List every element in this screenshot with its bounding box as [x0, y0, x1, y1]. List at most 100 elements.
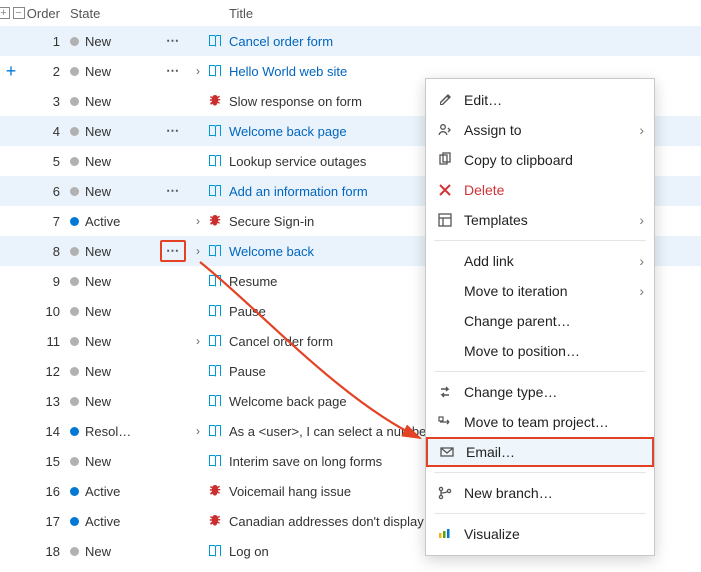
state-cell: New [70, 304, 155, 319]
expand-collapse-all[interactable]: +− [0, 7, 25, 19]
edit-icon [436, 92, 454, 108]
state-cell: New [70, 394, 155, 409]
menu-item[interactable]: New branch… [426, 478, 654, 508]
work-item-title[interactable]: Welcome back page [229, 124, 347, 139]
state-cell: New [70, 34, 155, 49]
template-icon [436, 212, 454, 228]
order-cell: 14 [22, 424, 70, 439]
state-dot-icon [70, 397, 79, 406]
work-item-title: Welcome back page [229, 394, 347, 409]
work-item-title: Log on [229, 544, 269, 559]
state-dot-icon [70, 37, 79, 46]
branch-icon [436, 485, 454, 501]
menu-item[interactable]: Change type… [426, 377, 654, 407]
order-cell: 10 [22, 304, 70, 319]
more-actions-button[interactable]: ⋯ [160, 120, 186, 142]
more-actions-button[interactable]: ⋯ [160, 240, 186, 262]
chevron-right-icon: › [639, 212, 644, 228]
state-cell: New [70, 154, 155, 169]
work-item-title: Lookup service outages [229, 154, 366, 169]
order-cell: 15 [22, 454, 70, 469]
state-dot-icon [70, 157, 79, 166]
state-dot-icon [70, 367, 79, 376]
menu-item[interactable]: Visualize [426, 519, 654, 549]
order-cell: 18 [22, 544, 70, 559]
menu-item[interactable]: Edit… [426, 85, 654, 115]
chevron-right-icon[interactable]: › [196, 424, 200, 438]
state-cell: New [70, 124, 155, 139]
state-dot-icon [70, 97, 79, 106]
chevron-right-icon[interactable]: › [196, 334, 200, 348]
state-cell: Active [70, 514, 155, 529]
book-icon [205, 123, 225, 139]
state-dot-icon [70, 487, 79, 496]
work-item-title[interactable]: Add an information form [229, 184, 368, 199]
state-dot-icon [70, 517, 79, 526]
state-cell: New [70, 454, 155, 469]
state-cell: Active [70, 484, 155, 499]
state-cell: New [70, 364, 155, 379]
menu-item[interactable]: Move to position… [426, 336, 654, 366]
chevron-right-icon: › [639, 283, 644, 299]
work-item-row[interactable]: 1New⋯Cancel order form [0, 26, 701, 56]
book-icon [205, 393, 225, 409]
state-dot-icon [70, 307, 79, 316]
state-cell: Active [70, 214, 155, 229]
column-header-state[interactable]: State [70, 6, 155, 21]
menu-item[interactable]: Templates› [426, 205, 654, 235]
menu-item[interactable]: Add link› [426, 246, 654, 276]
state-cell: New [70, 184, 155, 199]
order-cell: 3 [22, 94, 70, 109]
move-icon [436, 414, 454, 430]
add-icon[interactable]: + [2, 62, 20, 80]
book-icon [205, 303, 225, 319]
work-item-title[interactable]: Welcome back [229, 244, 314, 259]
book-icon [205, 153, 225, 169]
chevron-right-icon[interactable]: › [196, 244, 200, 258]
state-cell: New [70, 544, 155, 559]
state-cell: New [70, 94, 155, 109]
order-cell: 6 [22, 184, 70, 199]
more-actions-button[interactable]: ⋯ [160, 60, 186, 82]
order-cell: 17 [22, 514, 70, 529]
menu-item[interactable]: Email… [426, 437, 654, 467]
menu-item[interactable]: Change parent… [426, 306, 654, 336]
column-header-order[interactable]: Order [22, 6, 70, 21]
assign-icon [436, 122, 454, 138]
bug-icon [205, 93, 225, 109]
work-item-title: Pause [229, 364, 266, 379]
state-dot-icon [70, 67, 79, 76]
chevron-right-icon: › [639, 253, 644, 269]
work-item-title: Resume [229, 274, 277, 289]
menu-item[interactable]: Copy to clipboard [426, 145, 654, 175]
order-cell: 8 [22, 244, 70, 259]
work-item-title: As a <user>, I can select a numbe [229, 424, 426, 439]
work-item-title: Interim save on long forms [229, 454, 382, 469]
more-actions-button[interactable]: ⋯ [160, 180, 186, 202]
order-cell: 16 [22, 484, 70, 499]
book-icon [205, 333, 225, 349]
menu-item[interactable]: Assign to› [426, 115, 654, 145]
state-dot-icon [70, 217, 79, 226]
work-item-title: Secure Sign-in [229, 214, 314, 229]
book-icon [205, 543, 225, 559]
context-menu: Edit…Assign to›Copy to clipboardDeleteTe… [425, 78, 655, 556]
order-cell: 13 [22, 394, 70, 409]
work-item-title: Slow response on form [229, 94, 362, 109]
state-dot-icon [70, 187, 79, 196]
menu-item[interactable]: Delete [426, 175, 654, 205]
order-cell: 11 [22, 334, 70, 349]
menu-item[interactable]: Move to iteration› [426, 276, 654, 306]
menu-separator [434, 371, 646, 372]
work-item-title[interactable]: Cancel order form [229, 34, 333, 49]
chevron-right-icon[interactable]: › [196, 214, 200, 228]
menu-item[interactable]: Move to team project… [426, 407, 654, 437]
viz-icon [436, 526, 454, 542]
work-item-title[interactable]: Hello World web site [229, 64, 347, 79]
chevron-right-icon[interactable]: › [196, 64, 200, 78]
order-cell: 5 [22, 154, 70, 169]
column-header-title[interactable]: Title [225, 6, 701, 21]
more-actions-button[interactable]: ⋯ [160, 30, 186, 52]
book-icon [205, 453, 225, 469]
state-dot-icon [70, 247, 79, 256]
